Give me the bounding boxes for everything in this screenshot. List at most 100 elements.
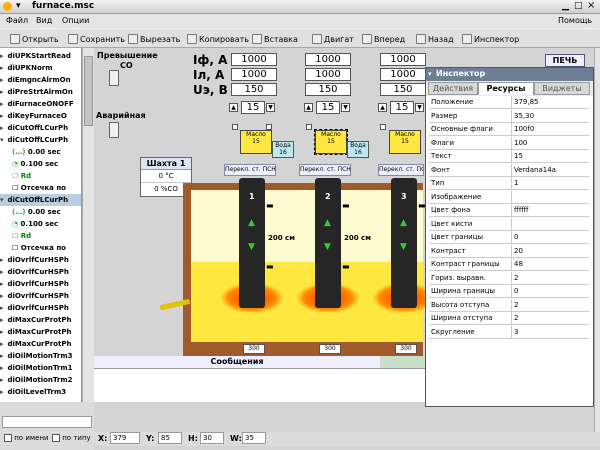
voltage-3[interactable]: 150	[380, 83, 426, 96]
tree-subitem[interactable]: (…) 0.00 sec	[0, 206, 81, 218]
phase-current-3[interactable]: 1000	[380, 53, 426, 66]
tree-subitem[interactable]: ◔ 0.100 sec	[0, 158, 81, 170]
property-value[interactable]: 100f0	[511, 123, 589, 135]
tree-item[interactable]: ▸ diOvrlfCurHSPh	[0, 266, 81, 278]
menu-options[interactable]: Опции	[62, 16, 89, 25]
tree-item[interactable]: ▸ diUPKStartRead	[0, 50, 81, 62]
bottom-value-2[interactable]: 300	[319, 344, 341, 354]
property-value[interactable]: 0	[511, 285, 589, 297]
property-value[interactable]: 100	[511, 136, 589, 149]
step-up-button[interactable]: ▲	[304, 103, 313, 112]
property-value[interactable]: 15	[511, 150, 589, 162]
tree-item[interactable]: ▸ diUPKNorm	[0, 62, 81, 74]
tab-widgets[interactable]: Виджеты	[534, 82, 590, 95]
property-value[interactable]: ffffff	[511, 204, 589, 216]
menu-view[interactable]: Вид	[36, 16, 52, 25]
bottom-value-3[interactable]: 300	[395, 344, 417, 354]
minimize-icon[interactable]: ▁	[562, 1, 569, 11]
cut-button[interactable]: Вырезать	[128, 32, 180, 46]
property-value[interactable]: 3	[511, 325, 589, 338]
tree-item[interactable]: ▸ diFurnaceONOFF	[0, 98, 81, 110]
tree-item[interactable]: ▸ diOvrlfCurHSPh	[0, 290, 81, 302]
inspector-header[interactable]: Инспектор	[426, 68, 593, 81]
tree-item[interactable]: ▸ diOvrlfCurHSPh	[0, 278, 81, 290]
step-down-button[interactable]: ▼	[415, 103, 424, 112]
menu-file[interactable]: Файл	[6, 16, 28, 25]
property-value[interactable]: 0	[511, 231, 589, 243]
oil-box-1[interactable]: Масло 15	[240, 130, 272, 154]
property-value[interactable]: Verdana14a	[511, 163, 589, 176]
phase-current-2[interactable]: 1000	[305, 53, 351, 66]
app-icon[interactable]	[3, 2, 12, 11]
property-row[interactable]: Ширина отступа 2	[429, 312, 589, 325]
back-button[interactable]: Назад	[416, 32, 454, 46]
save-button[interactable]: Сохранить	[68, 32, 125, 46]
filter-type-checkbox[interactable]	[52, 434, 60, 442]
property-value[interactable]: 1	[511, 177, 589, 189]
tree-item[interactable]: ▸ diOilMotionTrm1	[0, 362, 81, 374]
line-current-3[interactable]: 1000	[380, 68, 426, 81]
filter-name-checkbox[interactable]	[4, 434, 12, 442]
property-row[interactable]: Гориз. выравн. 2	[429, 271, 589, 285]
property-value[interactable]: 2	[511, 271, 589, 284]
tree-subitem[interactable]: ☐ Отсечка по	[0, 242, 81, 254]
property-row[interactable]: Цвет фона ffffff	[429, 204, 589, 217]
property-value[interactable]	[511, 217, 589, 230]
property-value[interactable]: 2	[511, 298, 589, 311]
tree-item[interactable]: ▸ diOilMotionTrm3	[0, 350, 81, 362]
property-value[interactable]: 2	[511, 312, 589, 324]
property-row[interactable]: Ширина границы 0	[429, 285, 589, 298]
open-button[interactable]: Открыть	[10, 32, 59, 46]
line-current-1[interactable]: 1000	[231, 68, 277, 81]
step-field-2[interactable]: 15	[316, 101, 340, 114]
psn-switch-button-3[interactable]: Перекл. ст. ПСН	[378, 164, 424, 176]
tree-subitem[interactable]: (…) 0.00 sec	[0, 146, 81, 158]
property-row[interactable]: Цвет границы 0	[429, 231, 589, 244]
tree-item[interactable]: ▸ diMaxCurProtPh	[0, 338, 81, 350]
inspector-panel[interactable]: Инспектор ▾ Действия Ресурсы Виджеты Пол…	[425, 67, 594, 407]
furnace-button[interactable]: ПЕЧЬ	[545, 54, 585, 67]
tree-subitem[interactable]: ☐ Rd	[0, 170, 81, 182]
tab-actions[interactable]: Действия	[428, 82, 478, 95]
x-coordinate[interactable]: 379	[110, 432, 140, 444]
tree-item[interactable]: ▸ diMaxCurProtPh	[0, 326, 81, 338]
menu-help[interactable]: Помощь	[558, 16, 592, 25]
oil-box-2[interactable]: Масло 15	[314, 129, 348, 155]
inspector-button[interactable]: Инспектор	[462, 32, 519, 46]
psn-switch-button-1[interactable]: Перекл. ст. ПСН	[224, 164, 276, 176]
property-list[interactable]: Положение 379,85 Размер 35,30 Основные флаги…	[426, 96, 593, 406]
tree-item[interactable]: ▸ diMaxCurProtPh	[0, 314, 81, 326]
property-row[interactable]: Фонт Verdana14a	[429, 163, 589, 177]
step-down-button[interactable]: ▼	[341, 103, 350, 112]
width-value[interactable]: 35	[242, 432, 266, 444]
step-field-1[interactable]: 15	[241, 101, 265, 114]
step-field-3[interactable]: 15	[390, 101, 414, 114]
property-row[interactable]: Контраст 20	[429, 244, 589, 258]
tree-item[interactable]: ▾ diCutOffLCurPh	[0, 134, 81, 146]
tree-subitem[interactable]: ☐ Rd	[0, 230, 81, 242]
step-up-button[interactable]: ▲	[378, 103, 387, 112]
property-row[interactable]: Основные флаги 100f0	[429, 123, 589, 136]
y-coordinate[interactable]: 85	[158, 432, 182, 444]
property-value[interactable]	[511, 190, 589, 203]
maximize-icon[interactable]: □	[574, 1, 583, 11]
scroll-thumb[interactable]	[84, 56, 93, 126]
tree-subitem[interactable]: ☐ Отсечка по	[0, 182, 81, 194]
tree-item[interactable]: ▸ diOvrlfCurHSPh	[0, 254, 81, 266]
tree-item-selected[interactable]: ▾ diCutOffLCurPh	[0, 194, 81, 206]
forward-button[interactable]: Вперед	[362, 32, 405, 46]
line-current-2[interactable]: 1000	[305, 68, 351, 81]
tree-item[interactable]: ▸ diKeyFurnaceO	[0, 110, 81, 122]
copy-button[interactable]: Копировать	[187, 32, 249, 46]
step-up-button[interactable]: ▲	[229, 103, 238, 112]
step-down-button[interactable]: ▼	[266, 103, 275, 112]
property-value[interactable]: 35,30	[511, 109, 589, 122]
oil-box-3[interactable]: Масло 15	[389, 130, 421, 154]
property-row[interactable]: Контраст границы 48	[429, 258, 589, 271]
tree-subitem[interactable]: ◔ 0.100 sec	[0, 218, 81, 230]
property-value[interactable]: 48	[511, 258, 589, 270]
property-row[interactable]: Флаги 100	[429, 136, 589, 150]
tree-item[interactable]: ▸ diOilMotionTrm2	[0, 374, 81, 386]
water-box-2[interactable]: Вода 16	[347, 141, 369, 158]
signal-tree[interactable]: ▸ diUPKStartRead ▸ diUPKNorm ▸ diEmgncAl…	[0, 48, 82, 402]
